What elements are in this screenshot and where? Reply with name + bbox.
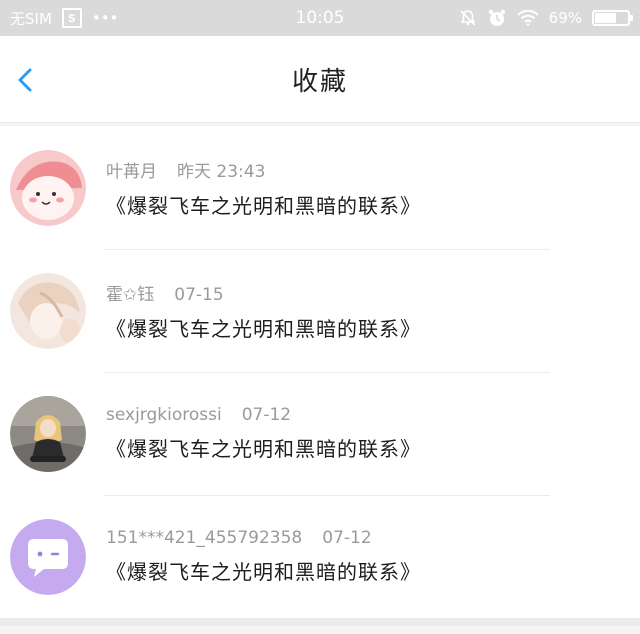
favorite-item[interactable]: 霍✩钰 07-15 《爆裂飞车之光明和黑暗的联系》	[0, 249, 640, 372]
timestamp: 07-12	[322, 528, 372, 548]
bottom-divider	[0, 618, 640, 626]
author-name: sexjrgkiorossi	[106, 405, 222, 425]
favorite-content: 叶苒月 昨天 23:43 《爆裂飞车之光明和黑暗的联系》	[106, 157, 421, 219]
battery-percent: 69%	[548, 9, 582, 27]
favorite-item[interactable]: sexjrgkiorossi 07-12 《爆裂飞车之光明和黑暗的联系》	[0, 372, 640, 495]
back-arrow-icon[interactable]	[12, 66, 40, 94]
favorite-content: 霍✩钰 07-15 《爆裂飞车之光明和黑暗的联系》	[106, 280, 421, 342]
favorite-content: sexjrgkiorossi 07-12 《爆裂飞车之光明和黑暗的联系》	[106, 405, 421, 462]
favorite-meta: 151***421_455792358 07-12	[106, 528, 421, 548]
timestamp: 07-12	[241, 405, 292, 425]
alarm-clock-icon	[488, 9, 505, 26]
avatar[interactable]	[10, 149, 86, 226]
wifi-icon	[516, 10, 539, 26]
favorite-text: 《爆裂飞车之光明和黑暗的联系》	[106, 560, 421, 584]
carrier-label: 无SIM	[10, 9, 52, 28]
favorite-item[interactable]: 151***421_455792358 07-12 《爆裂飞车之光明和黑暗的联系…	[0, 495, 640, 618]
favorites-list: 叶苒月 昨天 23:43 《爆裂飞车之光明和黑暗的联系》 霍✩钰 07-15 《…	[0, 126, 640, 618]
avatar[interactable]	[10, 272, 86, 349]
battery-icon	[592, 10, 633, 26]
page-title: 收藏	[291, 66, 348, 97]
mute-bell-icon	[460, 10, 476, 26]
avatar[interactable]	[10, 395, 86, 472]
favorite-content: 151***421_455792358 07-12 《爆裂飞车之光明和黑暗的联系…	[106, 528, 421, 585]
status-bar: 无SIM S ••• 10:05 69%	[0, 0, 640, 36]
favorite-text: 《爆裂飞车之光明和黑暗的联系》	[106, 437, 421, 461]
app-notification-icon: S	[61, 8, 82, 28]
battery-fill	[595, 13, 617, 23]
author-name: 霍✩钰	[106, 284, 155, 305]
author-name: 叶苒月	[106, 161, 157, 182]
navigation-bar: 收藏	[0, 36, 640, 122]
favorite-text: 《爆裂飞车之光明和黑暗的联系》	[106, 316, 421, 341]
favorite-item[interactable]: 叶苒月 昨天 23:43 《爆裂飞车之光明和黑暗的联系》	[0, 126, 640, 249]
favorite-meta: 叶苒月 昨天 23:43	[106, 157, 421, 182]
author-name: 151***421_455792358	[106, 528, 303, 548]
favorite-meta: sexjrgkiorossi 07-12	[106, 405, 421, 425]
timestamp: 昨天 23:43	[177, 161, 266, 182]
default-avatar-icon[interactable]	[10, 518, 86, 595]
favorite-meta: 霍✩钰 07-15	[106, 280, 421, 305]
favorite-text: 《爆裂飞车之光明和黑暗的联系》	[106, 193, 421, 218]
timestamp: 07-15	[174, 284, 224, 305]
more-dots: •••	[91, 9, 119, 27]
